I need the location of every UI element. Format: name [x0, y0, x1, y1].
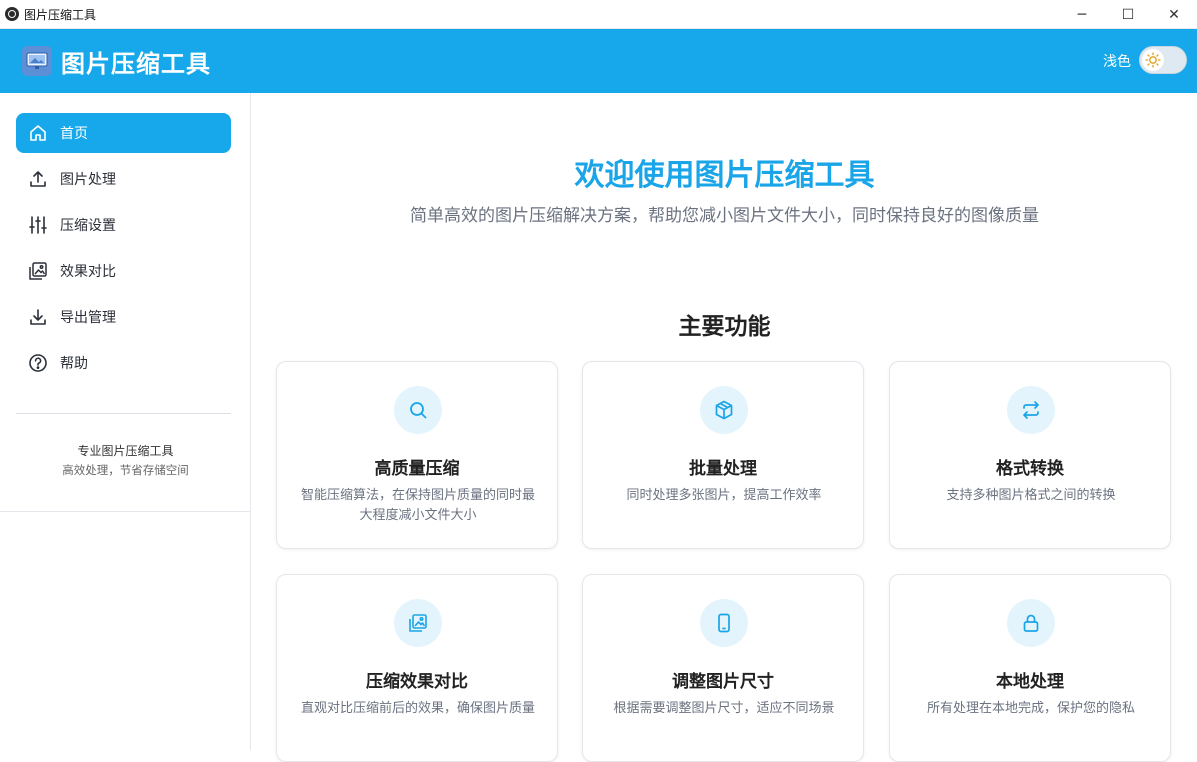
images-icon [394, 599, 442, 647]
sidebar-item-help[interactable]: 帮助 [16, 343, 231, 383]
cube-icon [700, 386, 748, 434]
download-icon [28, 307, 48, 327]
card-description: 同时处理多张图片，提高工作效率 [626, 488, 822, 503]
card-description: 所有处理在本地完成，保护您的隐私 [926, 701, 1135, 716]
theme-label: 浅色 [1103, 54, 1131, 70]
maximize-icon: ☐ [1121, 6, 1135, 23]
main-content: 欢迎使用图片压缩工具 简单高效的图片压缩解决方案，帮助您减小图片文件大小，同时保… [252, 93, 1197, 762]
minimize-icon: ─ [1077, 6, 1087, 23]
sidebar-footer-title: 专业图片压缩工具 [77, 444, 174, 458]
help-icon [28, 353, 48, 373]
feature-card-format[interactable]: 格式转换 支持多种图片格式之间的转换 [889, 361, 1171, 549]
feature-card-compare[interactable]: 压缩效果对比 直观对比压缩前后的效果，确保图片质量 [276, 574, 558, 762]
window-title: 图片压缩工具 [24, 7, 97, 22]
card-title: 批量处理 [689, 459, 757, 479]
app-header: 图片压缩工具 浅色 [0, 29, 1197, 93]
sidebar-item-label: 导出管理 [60, 310, 116, 326]
swap-icon [1007, 386, 1055, 434]
sidebar-item-label: 效果对比 [60, 264, 116, 280]
card-title: 格式转换 [996, 459, 1064, 479]
card-title: 高质量压缩 [374, 459, 460, 479]
window-titlebar: 图片压缩工具 ─ ☐ ✕ [0, 0, 1197, 29]
feature-card-resize[interactable]: 调整图片尺寸 根据需要调整图片尺寸，适应不同场景 [582, 574, 864, 762]
sidebar-bottom-divider [0, 511, 251, 512]
card-description: 智能压缩算法，在保持图片质量的同时最大程度减小文件大小 [301, 488, 536, 523]
theme-toggle[interactable] [1139, 46, 1187, 74]
home-icon [28, 123, 48, 143]
sidebar-item-compress-settings[interactable]: 压缩设置 [16, 205, 231, 245]
app-logo-icon [22, 46, 52, 76]
phone-icon [700, 599, 748, 647]
feature-card-high-quality[interactable]: 高质量压缩 智能压缩算法，在保持图片质量的同时最大程度减小文件大小 [276, 361, 558, 549]
card-description: 根据需要调整图片尺寸，适应不同场景 [613, 701, 835, 716]
sidebar-divider [16, 413, 231, 414]
section-title: 主要功能 [678, 314, 771, 340]
sidebar-item-label: 首页 [60, 126, 88, 142]
sidebar-item-compare[interactable]: 效果对比 [16, 251, 231, 291]
card-description: 支持多种图片格式之间的转换 [946, 488, 1116, 503]
close-icon: ✕ [1168, 6, 1180, 23]
hero-subtitle: 简单高效的图片压缩解决方案，帮助您减小图片文件大小，同时保持良好的图像质量 [410, 206, 1039, 226]
hero-title: 欢迎使用图片压缩工具 [574, 158, 875, 193]
sidebar-item-home[interactable]: 首页 [16, 113, 231, 153]
sidebar-item-export[interactable]: 导出管理 [16, 297, 231, 337]
sidebar-footer-subtitle: 高效处理，节省存储空间 [62, 463, 189, 477]
sliders-icon [28, 215, 48, 235]
upload-icon [28, 169, 48, 189]
card-title: 调整图片尺寸 [672, 672, 774, 692]
lock-icon [1007, 599, 1055, 647]
app-icon [5, 7, 19, 21]
feature-card-batch[interactable]: 批量处理 同时处理多张图片，提高工作效率 [582, 361, 864, 549]
card-title: 本地处理 [996, 672, 1064, 692]
card-description: 直观对比压缩前后的效果，确保图片质量 [301, 701, 536, 716]
card-title: 压缩效果对比 [366, 672, 468, 692]
sidebar: 首页 图片处理 压缩设置 效果对比 导出管理 帮助 专业图片压缩工具 高效处理，… [0, 93, 251, 750]
maximize-button[interactable]: ☐ [1105, 0, 1151, 29]
sidebar-item-image-processing[interactable]: 图片处理 [16, 159, 231, 199]
sidebar-item-label: 图片处理 [60, 172, 116, 188]
app-title: 图片压缩工具 [61, 49, 211, 78]
close-button[interactable]: ✕ [1151, 0, 1197, 29]
sidebar-item-label: 帮助 [60, 356, 88, 372]
sidebar-item-label: 压缩设置 [60, 218, 116, 234]
images-icon [28, 261, 48, 281]
minimize-button[interactable]: ─ [1059, 0, 1105, 29]
search-icon [394, 386, 442, 434]
feature-card-local[interactable]: 本地处理 所有处理在本地完成，保护您的隐私 [889, 574, 1171, 762]
sun-icon [1142, 49, 1164, 71]
